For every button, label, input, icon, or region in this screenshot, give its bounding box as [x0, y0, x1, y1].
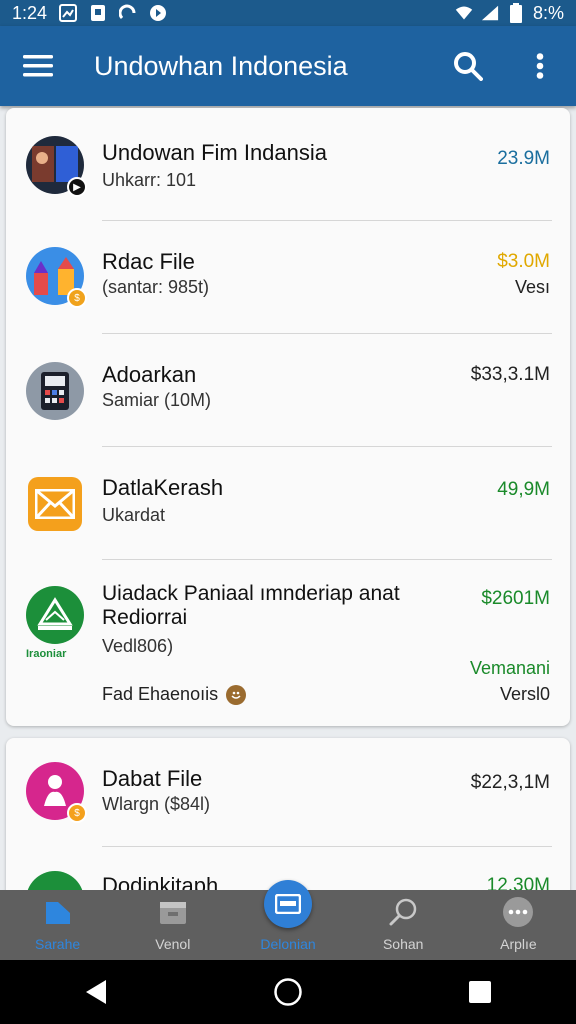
status-time: 1:24: [12, 2, 48, 23]
signal-icon: [481, 4, 499, 22]
app-bar: Undowhan Indonesia: [0, 26, 576, 106]
menu-button[interactable]: [0, 26, 76, 106]
item-sub: Ukardat: [102, 505, 166, 525]
nav-search[interactable]: Sohan: [346, 890, 461, 960]
list-item[interactable]: Iraoniar Uiadack Paniaal ımnderiap anat …: [6, 560, 570, 726]
item-name: Uiadack Paniaal ımnderiap anat Rediorrai: [102, 582, 400, 629]
list-item[interactable]: $ Rdac File (santar: 985t) $3.0M Vesı: [6, 221, 570, 333]
map-app-icon: [26, 586, 84, 644]
kids-game-icon: $: [26, 247, 87, 308]
hamburger-icon: [23, 55, 53, 77]
item-version: Vesı: [514, 277, 550, 297]
nav-more[interactable]: Arplıe: [461, 890, 576, 960]
coin-badge-icon: $: [67, 288, 87, 308]
item-size: $22,3,1M: [470, 772, 550, 793]
list-item[interactable]: ▶ Undowan Fim Indansia Uhkarr: 101 23.9M: [6, 108, 570, 220]
more-vert-icon: [536, 53, 544, 79]
back-icon: [86, 980, 106, 1004]
item-name: Adoarkan: [102, 362, 197, 387]
nav-label: Delonian: [260, 936, 316, 952]
item-size: $3.0M: [497, 251, 550, 272]
pink-app-icon: $: [26, 762, 87, 823]
battery-percent: 8:%: [532, 2, 564, 23]
list-item[interactable]: DatlaKerash Ukardat 49,9M: [6, 447, 570, 559]
item-size: $33,3.1M: [470, 364, 550, 385]
recents-icon: [469, 981, 491, 1003]
back-button[interactable]: [66, 962, 126, 1022]
search-icon: [454, 52, 483, 81]
item-sub: (santar: 985t): [102, 277, 210, 297]
nav-label: Arplıe: [500, 936, 537, 952]
overflow-menu-button[interactable]: [504, 26, 576, 106]
nav-folder[interactable]: Venol: [115, 890, 230, 960]
item-name: DatlaKerash: [102, 475, 224, 500]
wifi-icon: [455, 4, 473, 22]
calculator-app-icon: [26, 362, 84, 420]
list-item[interactable]: Adoarkan Samiar (10M) $33,3.1M: [6, 334, 570, 446]
file-notification-icon: [89, 4, 107, 22]
item-name: Dabat File: [102, 766, 203, 791]
item-sub: Uhkarr: 101: [102, 170, 197, 190]
gallery-notification-icon: [59, 4, 78, 22]
play-badge-icon: ▶: [67, 177, 87, 197]
item-name: Undowan Fim Indansia: [102, 140, 328, 165]
movie-app-icon: ▶: [26, 136, 87, 197]
folder-icon: [157, 896, 189, 928]
nav-label: Sarahe: [35, 936, 81, 952]
app-title: Undowhan Indonesia: [94, 50, 348, 81]
nav-label: Sohan: [382, 936, 424, 952]
battery-icon: [507, 3, 525, 23]
item-extra-label: Vemanani: [469, 658, 550, 678]
nav-home[interactable]: Sarahe: [0, 890, 115, 960]
download-icon: [264, 880, 312, 928]
list-item[interactable]: $ Dabat File Wlargn ($84l) $22,3,1M: [6, 738, 570, 846]
sync-notification-icon: [119, 4, 137, 22]
play-notification-icon: [149, 4, 167, 22]
mail-app-icon: [26, 475, 84, 533]
nav-download[interactable]: Delonian: [230, 880, 345, 960]
item-icon-label: Iraoniar: [26, 648, 67, 660]
item-sub: Wlargn ($84l): [102, 794, 211, 814]
more-icon: [502, 896, 534, 928]
search-icon: [387, 896, 419, 928]
status-bar: 1:24 8:%: [0, 0, 576, 26]
system-navigation-bar: [0, 960, 576, 1024]
item-footer: Fad Ehaenoıis: [102, 684, 247, 705]
download-list-card: ▶ Undowan Fim Indansia Uhkarr: 101 23.9M…: [6, 108, 570, 726]
emoji-icon: [226, 684, 247, 705]
home-button[interactable]: [258, 962, 318, 1022]
coin-badge-icon: $: [67, 803, 87, 823]
item-name: Rdac File: [102, 249, 195, 274]
item-sub: Vedl806): [102, 636, 174, 656]
item-size: 49,9M: [497, 479, 550, 500]
item-size: 23.9M: [497, 148, 550, 169]
search-button[interactable]: [432, 26, 504, 106]
item-version: Versl0: [499, 684, 550, 704]
recents-button[interactable]: [450, 962, 510, 1022]
home-icon: [42, 896, 74, 928]
bottom-navigation: Sarahe Venol Delonian Sohan Arplıe: [0, 880, 576, 960]
item-size: $2601M: [481, 588, 550, 609]
home-circle-icon: [274, 978, 302, 1006]
item-footer-text: Fad Ehaenoıis: [102, 684, 219, 704]
item-sub: Samiar (10M): [102, 390, 212, 410]
nav-label: Venol: [155, 936, 191, 952]
